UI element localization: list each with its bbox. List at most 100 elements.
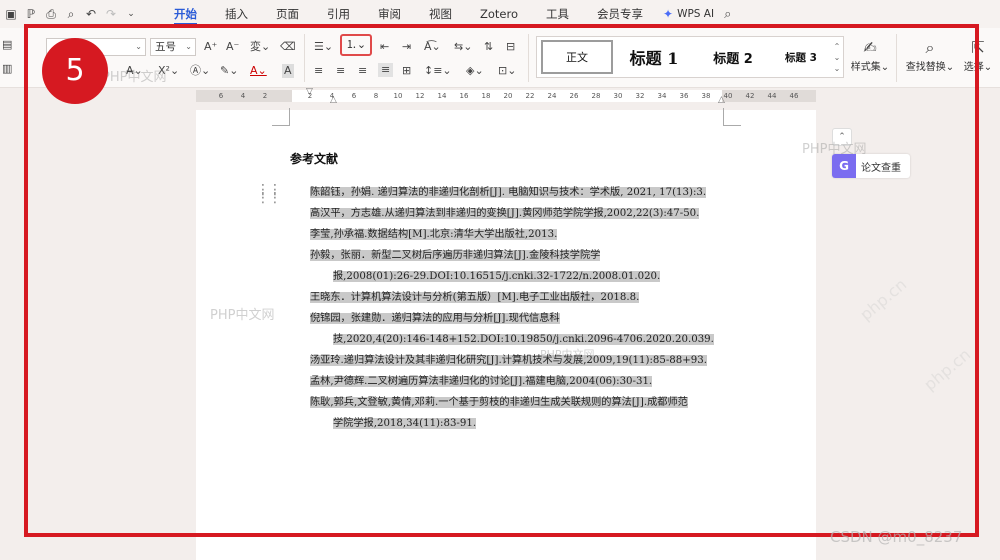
increase-indent-icon[interactable]: ⇥ bbox=[402, 40, 411, 54]
reference-list[interactable]: 陈韶钰，孙娟. 递归算法的非递归化剖析[J]. 电脑知识与技术：学术版, 202… bbox=[310, 182, 724, 434]
style-heading-2[interactable]: 标题 2 bbox=[695, 40, 771, 74]
reference-text-continued: 报,2008(01):26-29.DOI:10.16515/j.cnki.32-… bbox=[333, 271, 661, 282]
bullet-list-icon[interactable]: ☰⌄ bbox=[314, 40, 333, 54]
phonetic-guide-icon[interactable]: 変⌄ bbox=[250, 40, 270, 54]
highlight-color-icon[interactable]: ✎⌄ bbox=[220, 64, 238, 78]
sort-icon[interactable]: ⇅ bbox=[484, 40, 493, 54]
shrink-font-icon[interactable]: A⁻ bbox=[226, 40, 239, 54]
ruler-tick-label: 6 bbox=[351, 92, 357, 100]
ruler-tick-label: 4 bbox=[240, 92, 246, 100]
reference-text-continued: 技,2020,4(20):146-148+152.DOI:10.19850/j.… bbox=[333, 334, 714, 345]
ruler-tick-label: 2 bbox=[307, 92, 313, 100]
collapse-chevron-icon[interactable]: ⌃ bbox=[832, 128, 852, 146]
export-pdf-icon[interactable]: ℙ bbox=[24, 7, 38, 21]
tab-references[interactable]: 引用 bbox=[313, 0, 364, 28]
ruler-tick-label: 28 bbox=[591, 92, 601, 100]
strikethrough-icon[interactable]: A̶⌄ bbox=[126, 64, 143, 78]
tab-view[interactable]: 视图 bbox=[415, 0, 466, 28]
more-chevron-icon[interactable]: ⌄ bbox=[124, 9, 138, 19]
redo-icon[interactable]: ↷ bbox=[104, 7, 118, 21]
justify-icon[interactable]: ≡ bbox=[378, 63, 394, 77]
reference-item[interactable]: 孙毅，张丽．新型二叉树后序遍历非递归算法[J].金陵科技学院学 报,2008(0… bbox=[310, 245, 724, 287]
horizontal-ruler[interactable]: ▽ △ △ 6 4 2 2 4 6 8 10 12 14 16 18 20 22… bbox=[196, 87, 816, 105]
print-icon[interactable]: ⎙ bbox=[44, 7, 58, 22]
tab-tools[interactable]: 工具 bbox=[532, 0, 583, 28]
align-center-icon[interactable]: ≡ bbox=[336, 64, 345, 78]
style-normal[interactable]: 正文 bbox=[541, 40, 613, 74]
quick-access-toolbar: ▣ ℙ ⎙ ⌕ ↶ ↷ ⌄ bbox=[0, 7, 138, 22]
ruler-tick-label: 24 bbox=[547, 92, 557, 100]
reference-item[interactable]: 陈耿,郭兵,文登敏,黄倩,邓莉.一个基于剪枝的非递归生成关联规则的算法[J].成… bbox=[310, 392, 724, 434]
line-spacing-icon[interactable]: ↕≡⌄ bbox=[424, 64, 452, 78]
style-heading-3[interactable]: 标题 3 bbox=[771, 40, 831, 74]
reference-item[interactable]: 高汉平，方志雄.从递归算法到非递归的变换[J].黄冈师范学院学报,2002,22… bbox=[310, 203, 724, 224]
ruler-tick-label: 22 bbox=[525, 92, 535, 100]
align-left-icon[interactable]: ≡ bbox=[314, 64, 323, 78]
page-title: 参考文献 bbox=[290, 152, 339, 166]
align-right-icon[interactable]: ≡ bbox=[358, 64, 367, 78]
reference-item[interactable]: 陈韶钰，孙娟. 递归算法的非递归化剖析[J]. 电脑知识与技术：学术版, 202… bbox=[310, 182, 724, 203]
decrease-indent-icon[interactable]: ⇤ bbox=[380, 40, 389, 54]
search-icon[interactable]: ⌕ bbox=[724, 7, 731, 22]
format-painter-icon[interactable]: ▥ bbox=[2, 62, 12, 76]
drag-handle-icon[interactable]: ⋮⋮ ⋮⋮ bbox=[256, 183, 282, 205]
watermark-text: php.cn bbox=[920, 344, 975, 395]
ruler-tick-label: 12 bbox=[415, 92, 425, 100]
borders-icon[interactable]: ⊡⌄ bbox=[498, 64, 516, 78]
tab-review[interactable]: 审阅 bbox=[364, 0, 415, 28]
change-case-icon[interactable]: A͡⌄ bbox=[424, 40, 441, 54]
ruler-tick-label: 26 bbox=[569, 92, 579, 100]
numbered-list-button[interactable]: ⒈⌄ bbox=[340, 34, 372, 56]
clear-format-icon[interactable]: ⌫ bbox=[280, 40, 296, 54]
ruler-tick-label: 40 bbox=[723, 92, 733, 100]
reference-item[interactable]: 孟林,尹德辉.二叉树遍历算法非递归化的讨论[J].福建电脑,2004(06):3… bbox=[310, 371, 724, 392]
text-direction-icon[interactable]: ⇆⌄ bbox=[454, 40, 472, 54]
wps-ai-button[interactable]: ✦ WPS AI bbox=[663, 7, 714, 21]
undo-icon[interactable]: ↶ bbox=[84, 7, 98, 21]
shading-icon[interactable]: ◈⌄ bbox=[466, 64, 484, 78]
tab-insert[interactable]: 插入 bbox=[211, 0, 262, 28]
tab-member[interactable]: 会员专享 bbox=[583, 0, 657, 28]
watermark-text: php.cn bbox=[856, 274, 911, 325]
print-preview-icon[interactable]: ⌕ bbox=[64, 7, 78, 22]
document-page[interactable]: 参考文献 ⋮⋮ ⋮⋮ 陈韶钰，孙娟. 递归算法的非递归化剖析[J]. 电脑知识与技… bbox=[196, 108, 816, 560]
styles-gallery: 正文 标题 1 标题 2 标题 3 ⌃ ⌄ ⌄ bbox=[536, 36, 844, 78]
wps-ai-logo-icon: ✦ bbox=[663, 7, 674, 21]
ribbon-divider bbox=[528, 34, 529, 82]
distributed-align-icon[interactable]: ⊞ bbox=[402, 64, 411, 78]
ruler-tick-label: 16 bbox=[459, 92, 469, 100]
ruler-tick-label: 18 bbox=[481, 92, 491, 100]
paste-icon[interactable]: ▤ bbox=[2, 38, 12, 52]
ruler-tick-label: 44 bbox=[767, 92, 777, 100]
paper-check-button[interactable]: G 论文查重 bbox=[832, 154, 910, 178]
grow-font-icon[interactable]: A⁺ bbox=[204, 40, 217, 54]
reference-text: 倪锦园，张建勋．递归算法的应用与分析[J].现代信息科 bbox=[310, 313, 560, 324]
ruler-tick-label: 6 bbox=[218, 92, 224, 100]
select-button[interactable]: ⇱ 选择⌄ bbox=[960, 38, 996, 73]
char-shading-icon[interactable]: A bbox=[282, 64, 294, 78]
find-replace-button[interactable]: ⌕ 查找替换⌄ bbox=[904, 38, 956, 73]
save-icon[interactable]: ▣ bbox=[4, 7, 18, 21]
reference-item[interactable]: 汤亚玲.递归算法设计及其非递归化研究[J].计算机技术与发展,2009,19(1… bbox=[310, 350, 724, 371]
menu-bar: ▣ ℙ ⎙ ⌕ ↶ ↷ ⌄ 开始 插入 页面 引用 审阅 视图 Zotero 工… bbox=[0, 0, 1000, 28]
ruler-tick-label: 42 bbox=[745, 92, 755, 100]
reference-item[interactable]: 李莹,孙承福.数据结构[M].北京:清华大学出版社,2013. bbox=[310, 224, 724, 245]
font-size-dropdown[interactable]: 五号 ⌄ bbox=[150, 38, 196, 56]
show-marks-icon[interactable]: ⊟ bbox=[506, 40, 515, 54]
font-color-icon[interactable]: A⌄ bbox=[250, 64, 267, 78]
find-replace-label: 查找替换 bbox=[905, 62, 946, 73]
styles-scroll[interactable]: ⌃ ⌄ ⌄ bbox=[831, 41, 843, 74]
ruler-tick-label: 38 bbox=[701, 92, 711, 100]
tab-home[interactable]: 开始 bbox=[160, 0, 211, 28]
reference-item[interactable]: 王晓东．计算机算法设计与分析(第五版）[M].电子工业出版社，2018.8. bbox=[310, 287, 724, 308]
style-heading-1[interactable]: 标题 1 bbox=[613, 40, 695, 74]
csdn-watermark: CSDN @m0_8237 bbox=[830, 528, 963, 546]
superscript-icon[interactable]: X²⌄ bbox=[158, 64, 179, 78]
tab-page[interactable]: 页面 bbox=[262, 0, 313, 28]
reference-item[interactable]: 倪锦园，张建勋．递归算法的应用与分析[J].现代信息科 技,2020,4(20)… bbox=[310, 308, 724, 350]
tab-zotero[interactable]: Zotero bbox=[466, 0, 532, 28]
text-effect-icon[interactable]: Ⓐ⌄ bbox=[190, 64, 210, 78]
margin-corner-mark bbox=[723, 108, 741, 126]
ruler-tick-label: 34 bbox=[657, 92, 667, 100]
style-set-button[interactable]: ✍ 样式集⌄ bbox=[848, 38, 892, 73]
